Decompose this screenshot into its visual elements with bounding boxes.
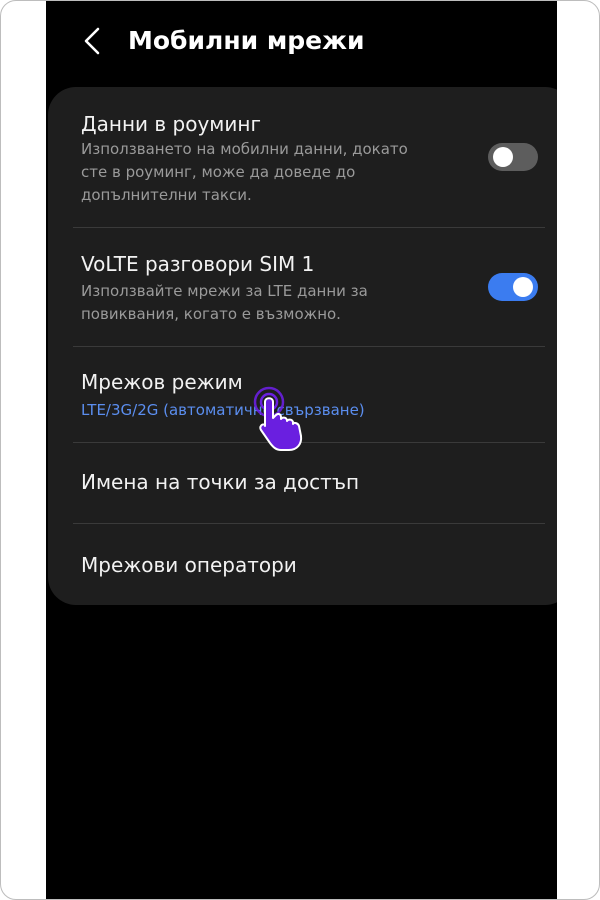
setting-operators-row[interactable]: Мрежови оператори: [48, 524, 557, 605]
phone-screen: Мобилни мрежи Данни в роуминг Използване…: [46, 1, 557, 899]
setting-operators-title: Мрежови оператори: [81, 553, 297, 577]
setting-network-mode-title: Мрежов режим: [81, 370, 243, 394]
settings-card: Данни в роуминг Използването на мобилни …: [48, 87, 557, 605]
setting-roaming-title: Данни в роуминг: [81, 112, 261, 136]
setting-roaming-desc-line: Използването на мобилни данни, докато: [81, 140, 408, 158]
setting-roaming-desc-line: допълнителни такси.: [81, 186, 252, 204]
device-frame: Мобилни мрежи Данни в роуминг Използване…: [0, 0, 600, 900]
setting-network-mode-value: LTE/3G/2G (автоматично свързване): [81, 401, 365, 419]
setting-volte-row[interactable]: VoLTE разговори SIM 1 Използвайте мрежи …: [48, 228, 557, 346]
page-title: Мобилни мрежи: [128, 26, 365, 55]
setting-volte-title: VoLTE разговори SIM 1: [81, 252, 315, 276]
setting-volte-desc-line: повиквания, когато е възможно.: [81, 305, 341, 323]
app-header: Мобилни мрежи: [46, 1, 557, 81]
setting-volte-desc-line: Използвайте мрежи за LTE данни за: [81, 282, 368, 300]
setting-apn-row[interactable]: Имена на точки за достъп: [48, 443, 557, 523]
tap-hand-icon: [253, 386, 303, 451]
volte-toggle[interactable]: [488, 273, 538, 301]
back-button[interactable]: [74, 25, 110, 57]
setting-apn-title: Имена на точки за достъп: [81, 470, 360, 494]
toggle-knob: [513, 277, 533, 297]
toggle-knob: [493, 147, 513, 167]
setting-roaming-row[interactable]: Данни в роуминг Използването на мобилни …: [48, 87, 557, 227]
roaming-toggle[interactable]: [488, 143, 538, 171]
setting-roaming-description: Използването на мобилни данни, докато ст…: [81, 138, 441, 207]
chevron-left-icon: [84, 27, 100, 55]
setting-roaming-desc-line: сте в роуминг, може да доведе до: [81, 163, 356, 181]
setting-volte-description: Използвайте мрежи за LTE данни за повикв…: [81, 280, 441, 326]
